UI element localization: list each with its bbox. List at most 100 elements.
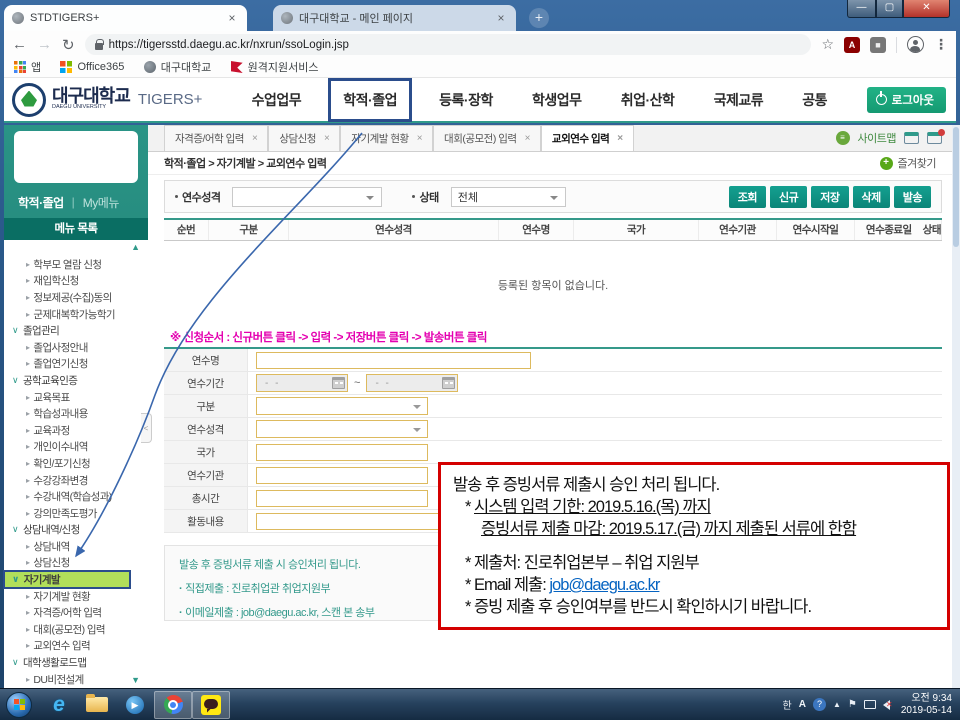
taskbar-mediaplayer-icon[interactable]: ▶ bbox=[116, 691, 154, 719]
sidebar-menu-item[interactable]: 개인이수내역 bbox=[4, 439, 148, 456]
window-maximize-button[interactable]: ▢ bbox=[876, 0, 903, 18]
network-tray-icon[interactable] bbox=[864, 700, 876, 709]
action-button[interactable]: 삭제 bbox=[853, 186, 890, 208]
sidebar-menu-item[interactable]: 대회(공모전) 입력 bbox=[4, 621, 148, 638]
taskbar-chrome-icon[interactable] bbox=[154, 691, 192, 719]
action-button[interactable]: 발송 bbox=[894, 186, 931, 208]
taskbar-ie-icon[interactable]: e bbox=[40, 691, 78, 719]
sidebar-tab-active[interactable]: 학적·졸업 bbox=[18, 194, 64, 211]
nav-item[interactable]: 수업업무 bbox=[240, 81, 314, 119]
sitemap-link[interactable]: 사이트맵 bbox=[858, 130, 896, 146]
mdi-tab-close-icon[interactable]: × bbox=[417, 133, 422, 144]
grid-header-cell[interactable]: 연수시작일 bbox=[777, 220, 855, 240]
nav-item[interactable]: 등록·장학 bbox=[427, 81, 505, 119]
action-button[interactable]: 조회 bbox=[729, 186, 766, 208]
window-close-button[interactable]: ✕ bbox=[903, 0, 950, 18]
university-logo[interactable]: 대구대학교 DAEGU UNIVERSITY TIGERS+ bbox=[12, 83, 212, 117]
grid-header-cell[interactable]: 연수종료일 bbox=[855, 220, 923, 240]
extension-icon[interactable]: ■ bbox=[870, 37, 886, 53]
mdi-tab-close-icon[interactable]: × bbox=[324, 133, 329, 144]
sidebar-menu-item[interactable]: 자격증/어학 입력 bbox=[4, 604, 148, 621]
sidebar-menu-item[interactable]: 상담내역 bbox=[4, 538, 148, 555]
nav-item[interactable]: 공통 bbox=[790, 81, 839, 119]
grid-header-cell[interactable]: 순번 bbox=[164, 220, 209, 240]
mdi-tab-close-icon[interactable]: × bbox=[617, 133, 622, 144]
start-date-input[interactable]: - - bbox=[256, 374, 348, 392]
sidebar-menu-item[interactable]: 학습성과내용 bbox=[4, 405, 148, 422]
menu-scroll-down-icon[interactable]: ▼ bbox=[131, 675, 140, 685]
sidebar-menu-item[interactable]: 군제대복학가능학기 bbox=[4, 306, 148, 323]
sidebar-menu-item[interactable]: 졸업연기신청 bbox=[4, 356, 148, 373]
text-input[interactable] bbox=[256, 490, 428, 507]
status-select[interactable]: 전체 bbox=[451, 187, 566, 207]
grid-header-cell[interactable]: 구분 bbox=[209, 220, 289, 240]
calendar-icon[interactable] bbox=[332, 377, 345, 389]
bookmark-star-icon[interactable]: ☆ bbox=[821, 36, 834, 53]
forward-icon[interactable]: → bbox=[37, 36, 52, 53]
start-button[interactable] bbox=[6, 692, 32, 718]
bookmark-item[interactable]: 원격지원서비스 bbox=[231, 59, 319, 75]
nav-item[interactable]: 국제교류 bbox=[702, 81, 776, 119]
bookmark-item[interactable]: 대구대학교 bbox=[144, 59, 212, 75]
close-all-windows-icon[interactable] bbox=[927, 132, 942, 144]
content-scrollbar[interactable] bbox=[952, 125, 960, 688]
grid-header-cell[interactable]: 연수성격 bbox=[289, 220, 499, 240]
ime-korean-indicator[interactable]: 한 bbox=[783, 697, 792, 712]
help-tray-icon[interactable]: ? bbox=[813, 698, 826, 711]
new-tab-button[interactable]: + bbox=[529, 8, 549, 28]
taskbar-clock[interactable]: 오전 9:34 2019-05-14 bbox=[897, 693, 952, 717]
back-icon[interactable]: ← bbox=[12, 36, 27, 53]
bookmark-item[interactable]: 앱 bbox=[14, 59, 41, 75]
action-center-flag-icon[interactable]: ⚑ bbox=[848, 699, 857, 710]
select-input[interactable] bbox=[256, 397, 428, 415]
sidebar-menu-item[interactable]: DU비전설계 bbox=[4, 671, 148, 688]
taskbar-kakaotalk-icon[interactable] bbox=[192, 691, 230, 719]
mdi-tab-close-icon[interactable]: × bbox=[525, 133, 530, 144]
sidebar-menu-item[interactable]: 수강내역(학습성과) bbox=[4, 488, 148, 505]
ime-lang-indicator[interactable]: A bbox=[799, 699, 806, 710]
sidebar-menu-item[interactable]: 자기계발 현황 bbox=[4, 588, 148, 605]
sidebar-menu-item[interactable]: 졸업관리 bbox=[4, 322, 148, 339]
grid-header-cell[interactable]: 국가 bbox=[574, 220, 699, 240]
calendar-icon[interactable] bbox=[442, 377, 455, 389]
sidebar-tab-mymenu[interactable]: My메뉴 bbox=[83, 194, 119, 211]
sidebar-menu-item[interactable]: 학부모 열람 신청 bbox=[4, 256, 148, 273]
sidebar-menu-item[interactable]: 정보제공(수집)동의 bbox=[4, 289, 148, 306]
profile-icon[interactable] bbox=[907, 36, 924, 53]
sidebar-collapse-handle[interactable]: < bbox=[141, 413, 152, 443]
mdi-tab[interactable]: 대회(공모전) 입력 × bbox=[433, 125, 541, 151]
sidebar-menu-item[interactable]: 상담신청 bbox=[4, 555, 148, 572]
mdi-tab[interactable]: 자격증/어학 입력 × bbox=[164, 125, 268, 151]
refresh-icon[interactable]: ↻ bbox=[62, 36, 75, 54]
tab-close-icon[interactable]: × bbox=[494, 11, 508, 25]
browser-menu-icon[interactable]: ⋮ bbox=[934, 36, 948, 53]
sidebar-menu-item[interactable]: 확인/포기신청 bbox=[4, 455, 148, 472]
pdf-extension-icon[interactable]: A bbox=[844, 37, 860, 53]
scrollbar-thumb[interactable] bbox=[953, 127, 959, 247]
training-type-select[interactable] bbox=[232, 187, 382, 207]
email-link[interactable]: job@daegu.ac.kr bbox=[549, 576, 659, 594]
sidebar-menu-item[interactable]: 교육목표 bbox=[4, 389, 148, 406]
nav-item[interactable]: 학적·졸업 bbox=[328, 78, 412, 122]
browser-tab[interactable]: STDTIGERS+ × bbox=[4, 5, 247, 31]
mdi-tab[interactable]: 상담신청 × bbox=[268, 125, 340, 151]
nav-item[interactable]: 학생업무 bbox=[520, 81, 594, 119]
nav-item[interactable]: 취업·산학 bbox=[609, 81, 687, 119]
text-input[interactable] bbox=[256, 467, 428, 484]
text-input[interactable] bbox=[256, 444, 428, 461]
browser-tab[interactable]: 대구대학교 - 메인 페이지 × bbox=[273, 5, 516, 31]
mdi-tab[interactable]: 자기계발 현황 × bbox=[340, 125, 433, 151]
action-button[interactable]: 저장 bbox=[811, 186, 848, 208]
sidebar-menu-item[interactable]: 공학교육인증 bbox=[4, 372, 148, 389]
volume-muted-icon[interactable] bbox=[883, 700, 890, 710]
taskbar-explorer-icon[interactable] bbox=[78, 691, 116, 719]
sidebar-menu-item[interactable]: 졸업사정안내 bbox=[4, 339, 148, 356]
mdi-tab[interactable]: 교외연수 입력 × bbox=[541, 125, 634, 151]
window-minimize-button[interactable]: — bbox=[847, 0, 876, 18]
sidebar-menu-item[interactable]: 자기계발 bbox=[4, 571, 130, 588]
mdi-tab-close-icon[interactable]: × bbox=[252, 133, 257, 144]
sidebar-menu-item[interactable]: 수강강좌변경 bbox=[4, 472, 148, 489]
text-input[interactable] bbox=[256, 352, 531, 369]
end-date-input[interactable]: - - bbox=[366, 374, 458, 392]
sidebar-menu-item[interactable]: 강의만족도평가 bbox=[4, 505, 148, 522]
